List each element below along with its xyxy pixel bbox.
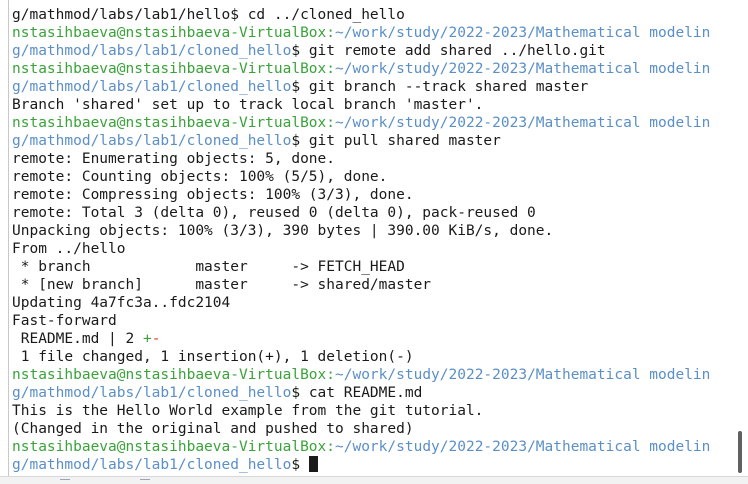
prompt-path: ~/work/study/2022-2023/Mathematical mode… (335, 367, 711, 383)
output-text: Branch 'shared' set up to track local br… (12, 97, 484, 113)
terminal-line: * branch master -> FETCH_HEAD (12, 258, 734, 276)
terminal-line: 1 file changed, 1 insertion(+), 1 deleti… (12, 348, 734, 366)
terminal-line: remote: Total 3 (delta 0), reused 0 (del… (12, 204, 734, 222)
text-cursor (308, 456, 318, 472)
terminal-line: g/mathmod/labs/lab1/hello$ cd ../cloned_… (12, 6, 734, 24)
terminal-line: nstasihbaeva@nstasihbaeva-VirtualBox:~/w… (12, 438, 734, 456)
terminal-line: nstasihbaeva@nstasihbaeva-VirtualBox:~/w… (12, 114, 734, 132)
terminal-line: g/mathmod/labs/lab1/cloned_hello$ (12, 456, 734, 474)
output-text: * [new branch] master -> shared/master (12, 277, 432, 293)
prompt-user-host: nstasihbaeva@nstasihbaeva-VirtualBox: (12, 439, 336, 455)
terminal-line: Fast-forward (12, 312, 734, 330)
scrollbar-thumb[interactable] (738, 431, 742, 473)
terminal-line: g/mathmod/labs/lab1/cloned_hello$ git re… (12, 42, 734, 60)
output-text: 1 file changed, 1 insertion(+), 1 deleti… (12, 349, 414, 365)
output-text: This is the Hello World example from the… (12, 403, 484, 419)
diff-plus: + (142, 331, 152, 347)
background-window-element (140, 479, 150, 484)
terminal-line: From ../hello (12, 240, 734, 258)
diff-minus: - (151, 331, 161, 347)
output-text: README.md | 2 (12, 331, 143, 347)
background-window-element (60, 479, 70, 484)
output-text: * branch master -> FETCH_HEAD (12, 259, 405, 275)
terminal-output[interactable]: g/mathmod/labs/lab1/hello$ cd ../cloned_… (12, 6, 734, 474)
terminal-line: g/mathmod/labs/lab1/cloned_hello$ git br… (12, 78, 734, 96)
terminal-line: remote: Enumerating objects: 5, done. (12, 150, 734, 168)
prompt-path: ~/work/study/2022-2023/Mathematical mode… (335, 25, 711, 41)
terminal-scrollbar[interactable] (737, 0, 744, 476)
terminal-line: This is the Hello World example from the… (12, 402, 734, 420)
terminal-line: Updating 4a7fc3a..fdc2104 (12, 294, 734, 312)
terminal-line: (Changed in the original and pushed to s… (12, 420, 734, 438)
prompt-path: g/mathmod/labs/lab1/cloned_hello (12, 79, 292, 95)
prompt-path: ~/work/study/2022-2023/Mathematical mode… (335, 439, 711, 455)
output-text: $ git pull shared master (291, 133, 501, 149)
prompt-user-host: nstasihbaeva@nstasihbaeva-VirtualBox: (12, 25, 336, 41)
output-text: g/mathmod/labs/lab1/hello$ cd ../cloned_… (12, 7, 405, 23)
output-text: (Changed in the original and pushed to s… (12, 421, 414, 437)
output-text: $ git remote add shared ../hello.git (291, 43, 606, 59)
output-text: remote: Enumerating objects: 5, done. (12, 151, 336, 167)
background-window-strip (0, 476, 748, 484)
terminal-line: g/mathmod/labs/lab1/cloned_hello$ cat RE… (12, 384, 734, 402)
output-text: $ (291, 457, 309, 473)
output-text: $ git branch --track shared master (291, 79, 589, 95)
prompt-user-host: nstasihbaeva@nstasihbaeva-VirtualBox: (12, 115, 336, 131)
output-text: remote: Counting objects: 100% (5/5), do… (12, 169, 388, 185)
terminal-line: Branch 'shared' set up to track local br… (12, 96, 734, 114)
terminal-line: README.md | 2 +- (12, 330, 734, 348)
terminal-left-border (8, 0, 9, 476)
prompt-user-host: nstasihbaeva@nstasihbaeva-VirtualBox: (12, 61, 336, 77)
prompt-path: ~/work/study/2022-2023/Mathematical mode… (335, 115, 711, 131)
prompt-path: ~/work/study/2022-2023/Mathematical mode… (335, 61, 711, 77)
output-text: Updating 4a7fc3a..fdc2104 (12, 295, 231, 311)
terminal-line: remote: Compressing objects: 100% (3/3),… (12, 186, 734, 204)
output-text: Fast-forward (12, 313, 117, 329)
terminal-line: g/mathmod/labs/lab1/cloned_hello$ git pu… (12, 132, 734, 150)
terminal-line: * [new branch] master -> shared/master (12, 276, 734, 294)
output-text: remote: Compressing objects: 100% (3/3),… (12, 187, 414, 203)
output-text: Unpacking objects: 100% (3/3), 390 bytes… (12, 223, 554, 239)
terminal-line: Unpacking objects: 100% (3/3), 390 bytes… (12, 222, 734, 240)
prompt-path: g/mathmod/labs/lab1/cloned_hello (12, 43, 292, 59)
terminal-line: remote: Counting objects: 100% (5/5), do… (12, 168, 734, 186)
output-text: $ cat README.md (291, 385, 423, 401)
prompt-path: g/mathmod/labs/lab1/cloned_hello (12, 133, 292, 149)
terminal-line: nstasihbaeva@nstasihbaeva-VirtualBox:~/w… (12, 60, 734, 78)
output-text: remote: Total 3 (delta 0), reused 0 (del… (12, 205, 536, 221)
prompt-path: g/mathmod/labs/lab1/cloned_hello (12, 385, 292, 401)
prompt-user-host: nstasihbaeva@nstasihbaeva-VirtualBox: (12, 367, 336, 383)
terminal-window[interactable]: g/mathmod/labs/lab1/hello$ cd ../cloned_… (0, 0, 748, 484)
terminal-line: nstasihbaeva@nstasihbaeva-VirtualBox:~/w… (12, 366, 734, 384)
terminal-line: nstasihbaeva@nstasihbaeva-VirtualBox:~/w… (12, 24, 734, 42)
prompt-path: g/mathmod/labs/lab1/cloned_hello (12, 457, 292, 473)
output-text: From ../hello (12, 241, 126, 257)
